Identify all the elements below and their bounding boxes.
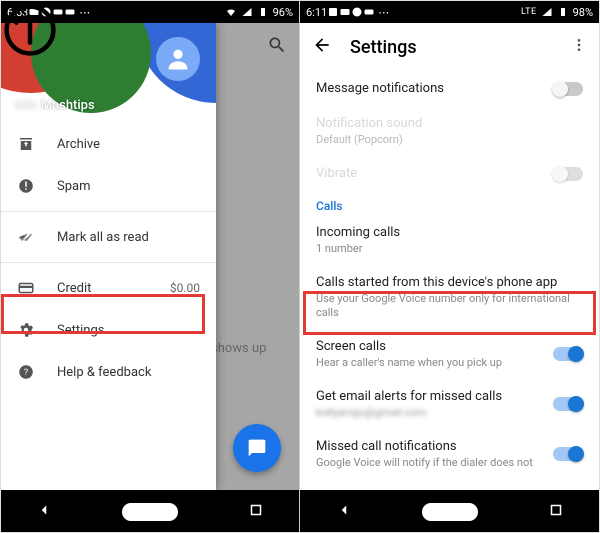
mark-read-icon [17, 228, 35, 246]
signal-icon [541, 6, 553, 18]
voicemail-icon [363, 6, 375, 18]
empty-state-text: shows up [211, 341, 266, 356]
more-notif-icon: ⋯ [79, 6, 90, 19]
voicemail-icon-2 [64, 6, 76, 18]
gear-icon [17, 321, 35, 339]
back-icon[interactable] [312, 35, 332, 59]
whatsapp-icon [351, 6, 363, 18]
status-time: 6:11 [306, 6, 327, 19]
drawer-item-archive[interactable]: Archive [1, 123, 216, 165]
switch-vibrate [553, 167, 583, 181]
nav-bar-left [1, 490, 299, 533]
nav-bar-right [300, 490, 599, 533]
compose-fab[interactable] [233, 424, 281, 472]
settings-header: Settings [300, 23, 599, 71]
avatar [156, 37, 200, 81]
card-icon [339, 6, 351, 18]
switch-missed-notif[interactable] [553, 447, 583, 461]
archive-icon [17, 135, 35, 153]
chevron-down-icon[interactable] [192, 94, 204, 113]
wifi-icon [225, 6, 237, 18]
credit-icon [17, 279, 35, 297]
setting-message-notifications[interactable]: Message notifications [300, 71, 599, 106]
nav-recent-icon[interactable] [547, 501, 565, 523]
battery-pct: 96% [273, 6, 293, 19]
page-title: Settings [350, 37, 417, 58]
more-notif-icon: ⋯ [378, 6, 389, 19]
phone-left: 6:53 ⋯ 96% 1 shows up [1, 1, 300, 533]
network-label: LTE [521, 7, 537, 17]
battery-icon [257, 6, 269, 18]
credit-amount: $0.00 [170, 281, 200, 295]
switch-screen-calls[interactable] [553, 347, 583, 361]
nav-back-icon[interactable] [335, 501, 353, 523]
nav-home-pill[interactable] [122, 503, 178, 521]
settings-list: Message notifications Notification sound… [300, 71, 599, 490]
setting-calls-started[interactable]: Calls started from this device's phone a… [300, 265, 599, 328]
drawer-item-credit[interactable]: Credit $0.00 [1, 267, 216, 309]
nav-home-pill[interactable] [422, 503, 478, 521]
drawer-item-mark-read[interactable]: Mark all as read [1, 216, 216, 258]
battery-pct: 98% [573, 6, 593, 19]
setting-notification-sound: Notification sound Default (Popcorn) [300, 106, 599, 156]
nav-recent-icon[interactable] [247, 501, 265, 523]
drawer-item-spam[interactable]: Spam [1, 165, 216, 207]
setting-incoming-calls[interactable]: Incoming calls 1 number [300, 215, 599, 265]
battery-icon [557, 6, 569, 18]
switch-email-alerts[interactable] [553, 397, 583, 411]
spam-icon [17, 177, 35, 195]
svg-text:?: ? [24, 368, 28, 378]
switch-message-notif[interactable] [553, 82, 583, 96]
help-icon: ? [17, 363, 35, 381]
setting-email-alerts[interactable]: Get email alerts for missed calls kollya… [300, 379, 599, 429]
watermark-logo [3, 3, 57, 57]
image-icon [327, 6, 339, 18]
setting-missed-notif[interactable]: Missed call notifications Google Voice w… [300, 429, 599, 479]
account-name: Mashtips [41, 98, 95, 113]
phone-right: 6:11 ⋯ LTE 98% Settings Message notifica… [300, 1, 599, 533]
status-bar-right: 6:11 ⋯ LTE 98% [300, 1, 599, 23]
more-icon[interactable] [571, 37, 587, 57]
setting-screen-calls[interactable]: Screen calls Hear a caller's name when y… [300, 329, 599, 379]
signal-icon [241, 6, 253, 18]
setting-vibrate: Vibrate [300, 156, 599, 191]
nav-back-icon[interactable] [35, 501, 53, 523]
nav-drawer: info Mashtips Archive Spam Mark all as r… [1, 23, 216, 490]
section-header-calls: Calls [300, 191, 599, 215]
drawer-item-settings[interactable]: Settings [1, 309, 216, 351]
drawer-item-help[interactable]: ? Help & feedback [1, 351, 216, 393]
